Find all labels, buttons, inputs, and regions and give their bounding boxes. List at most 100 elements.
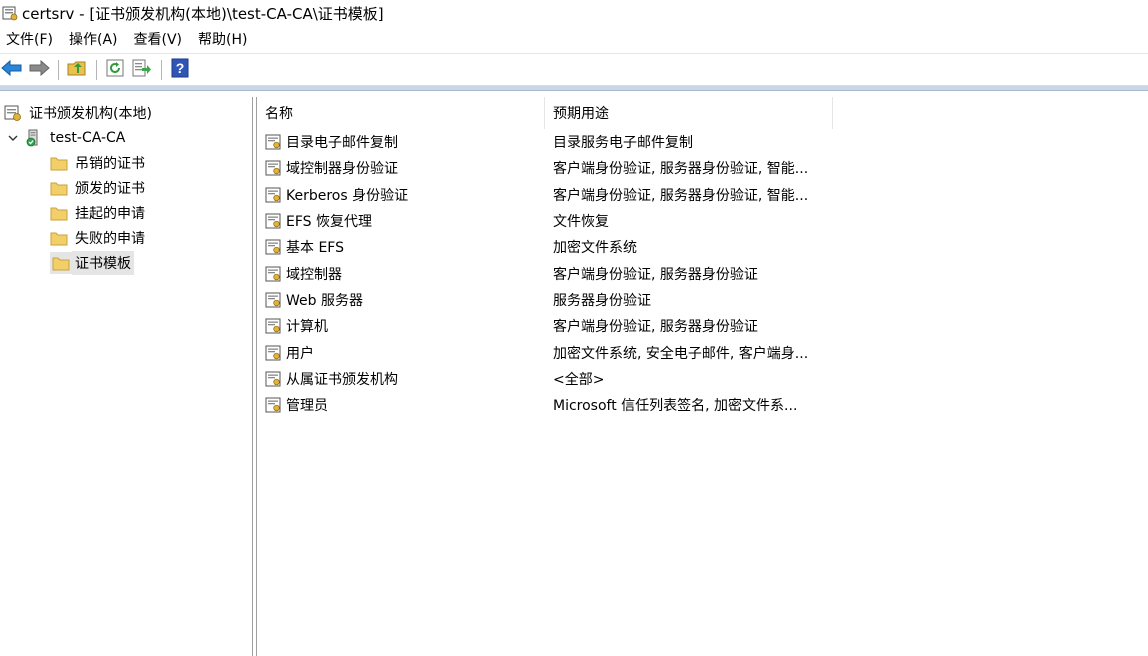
template-name-cell: 目录电子邮件复制 — [257, 132, 545, 152]
forward-button[interactable] — [27, 58, 51, 82]
template-name: 基本 EFS — [286, 240, 344, 257]
certificate-template-icon — [264, 212, 282, 230]
chevron-down-icon[interactable] — [5, 130, 21, 146]
forward-icon — [28, 59, 50, 81]
folder-icon — [50, 179, 68, 197]
folder-icon — [50, 229, 68, 247]
details-list: 名称 预期用途 目录电子邮件复制 目录服务电子邮件复制 域控制器身份验证 客户端身份验… — [257, 97, 1148, 656]
template-row[interactable]: 管理员 Microsoft 信任列表签名, 加密文件系... — [257, 392, 1148, 418]
template-name-cell: 计算机 — [257, 316, 545, 336]
tree-item-label: 失败的申请 — [75, 230, 145, 247]
menu-help[interactable]: 帮助(H) — [192, 26, 257, 54]
template-name: 域控制器 — [286, 266, 342, 283]
template-name-cell: 管理员 — [257, 395, 545, 415]
column-header-name[interactable]: 名称 — [257, 97, 545, 129]
tree-item-label: test-CA-CA — [50, 129, 126, 146]
template-row[interactable]: 目录电子邮件复制 目录服务电子邮件复制 — [257, 129, 1148, 155]
window-title: certsrv - [证书颁发机构(本地)\test-CA-CA\证书模板] — [22, 4, 384, 23]
certificate-template-icon — [264, 238, 282, 256]
certificate-template-icon — [264, 370, 282, 388]
template-row[interactable]: 计算机 客户端身份验证, 服务器身份验证 — [257, 313, 1148, 339]
template-row[interactable]: 域控制器身份验证 客户端身份验证, 服务器身份验证, 智能... — [257, 155, 1148, 181]
console-tree: 证书颁发机构(本地) test-CA-CA 吊销的证书 颁发的证书 挂起的申请 … — [0, 97, 252, 656]
toolbar: ? — [0, 54, 1148, 86]
template-intended-purpose: 服务器身份验证 — [553, 292, 651, 309]
template-row[interactable]: 从属证书颁发机构 <全部> — [257, 366, 1148, 392]
certificate-template-icon — [264, 159, 282, 177]
template-row[interactable]: EFS 恢复代理 文件恢复 — [257, 208, 1148, 234]
template-name-cell: 从属证书颁发机构 — [257, 369, 545, 389]
template-intended-purpose: 客户端身份验证, 服务器身份验证 — [553, 319, 758, 336]
template-intended-purpose: 客户端身份验证, 服务器身份验证, 智能... — [553, 161, 809, 178]
help-button[interactable]: ? — [168, 58, 192, 82]
template-name: 管理员 — [286, 398, 328, 415]
back-icon — [1, 59, 23, 81]
template-row[interactable]: Kerberos 身份验证 客户端身份验证, 服务器身份验证, 智能... — [257, 182, 1148, 208]
folder-icon — [50, 154, 68, 172]
tree-item-issued-certificates[interactable]: 颁发的证书 — [0, 175, 252, 200]
export-list-button[interactable] — [130, 58, 154, 82]
template-intended-purpose: 加密文件系统, 安全电子邮件, 客户端身... — [553, 345, 809, 362]
list-rows: 目录电子邮件复制 目录服务电子邮件复制 域控制器身份验证 客户端身份验证, 服务器身份… — [257, 129, 1148, 418]
template-row[interactable]: Web 服务器 服务器身份验证 — [257, 287, 1148, 313]
certificate-template-icon — [264, 344, 282, 362]
folder-icon — [50, 251, 72, 274]
template-name: Web 服务器 — [286, 292, 363, 309]
up-one-level-button[interactable] — [65, 58, 89, 82]
template-intended-purpose: 目录服务电子邮件复制 — [553, 135, 693, 152]
template-name-cell: EFS 恢复代理 — [257, 211, 545, 231]
template-name: 计算机 — [286, 319, 328, 336]
certificate-template-icon — [264, 186, 282, 204]
template-name: Kerberos 身份验证 — [286, 187, 409, 204]
template-name-cell: 基本 EFS — [257, 237, 545, 257]
template-name: 用户 — [286, 345, 314, 362]
template-name: 从属证书颁发机构 — [286, 371, 398, 388]
tree-item-label: 挂起的申请 — [75, 205, 145, 222]
certificate-template-icon — [264, 291, 282, 309]
template-name: 目录电子邮件复制 — [286, 135, 398, 152]
tree-item-ca-local[interactable]: 证书颁发机构(本地) — [0, 100, 252, 125]
template-intended-purpose: Microsoft 信任列表签名, 加密文件系... — [553, 398, 798, 415]
tree-item-failed-requests[interactable]: 失败的申请 — [0, 225, 252, 250]
column-header-intended-purpose[interactable]: 预期用途 — [545, 97, 833, 129]
template-name-cell: 域控制器身份验证 — [257, 158, 545, 178]
export-list-icon — [132, 59, 152, 81]
template-name-cell: Kerberos 身份验证 — [257, 185, 545, 205]
back-button[interactable] — [0, 58, 24, 82]
svg-text:?: ? — [176, 60, 185, 76]
tree-item-label: 吊销的证书 — [75, 155, 145, 172]
ca-root-icon — [4, 104, 22, 122]
template-intended-purpose: 客户端身份验证, 服务器身份验证 — [553, 266, 758, 283]
template-intended-purpose: 客户端身份验证, 服务器身份验证, 智能... — [553, 187, 809, 204]
menu-file[interactable]: 文件(F) — [0, 26, 63, 54]
tree-item-certificate-templates[interactable]: 证书模板 — [0, 250, 252, 275]
template-name-cell: 用户 — [257, 343, 545, 363]
tree-item-test-ca[interactable]: test-CA-CA — [0, 125, 252, 150]
menu-bar: 文件(F) 操作(A) 查看(V) 帮助(H) — [0, 26, 1148, 54]
template-row[interactable]: 域控制器 客户端身份验证, 服务器身份验证 — [257, 260, 1148, 286]
menu-action[interactable]: 操作(A) — [63, 26, 128, 54]
template-name-cell: 域控制器 — [257, 264, 545, 284]
template-intended-purpose: 文件恢复 — [553, 214, 609, 231]
template-intended-purpose: 加密文件系统 — [553, 240, 637, 257]
template-name: 域控制器身份验证 — [286, 161, 398, 178]
title-bar: certsrv - [证书颁发机构(本地)\test-CA-CA\证书模板] — [0, 0, 1148, 26]
template-row[interactable]: 用户 加密文件系统, 安全电子邮件, 客户端身... — [257, 339, 1148, 365]
toolbar-separator — [58, 59, 59, 80]
menu-view[interactable]: 查看(V) — [128, 26, 193, 54]
template-name: EFS 恢复代理 — [286, 214, 372, 231]
certificate-template-icon — [264, 133, 282, 151]
refresh-button[interactable] — [103, 58, 127, 82]
tree-item-revoked-certificates[interactable]: 吊销的证书 — [0, 150, 252, 175]
pane-border — [0, 86, 1148, 91]
certificate-template-icon — [264, 396, 282, 414]
tree-item-label: 颁发的证书 — [75, 180, 145, 197]
folder-icon — [50, 204, 68, 222]
template-row[interactable]: 基本 EFS 加密文件系统 — [257, 234, 1148, 260]
certificate-template-icon — [264, 265, 282, 283]
list-header: 名称 预期用途 — [257, 97, 1148, 129]
tree-item-pending-requests[interactable]: 挂起的申请 — [0, 200, 252, 225]
refresh-icon — [106, 59, 124, 81]
template-name-cell: Web 服务器 — [257, 290, 545, 310]
main-panes: 证书颁发机构(本地) test-CA-CA 吊销的证书 颁发的证书 挂起的申请 … — [0, 97, 1148, 656]
